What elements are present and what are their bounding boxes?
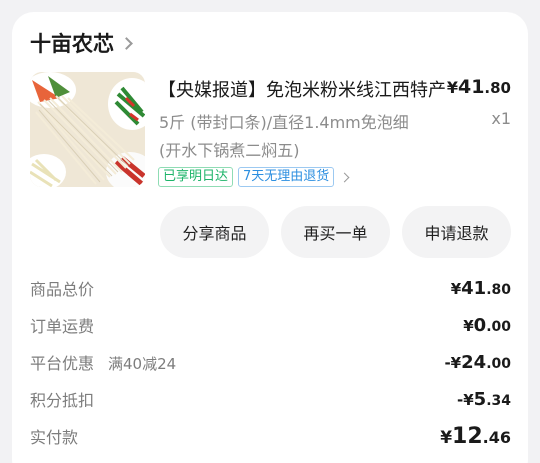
amount-symbol: ¥ xyxy=(440,427,453,448)
summary-label-group: 平台优惠 满40减24 xyxy=(30,350,176,374)
shop-header[interactable]: 十亩农芯 xyxy=(30,28,133,58)
amount-dec: .00 xyxy=(486,318,511,335)
rice-noodle-image xyxy=(30,72,145,187)
summary-label: 订单运费 xyxy=(30,317,95,336)
amount-int: 0 xyxy=(473,314,487,336)
summary-amount: -¥24.00 xyxy=(444,352,511,373)
summary-amount: -¥5.34 xyxy=(457,389,511,410)
amount-int: 41 xyxy=(461,277,487,299)
amount-dec: .00 xyxy=(486,355,511,372)
amount-dec: .46 xyxy=(482,427,511,447)
item-quantity: x1 xyxy=(491,109,511,128)
summary-row-points: 积分抵扣 -¥5.34 xyxy=(30,385,511,413)
summary-amount: ¥41.80 xyxy=(451,278,511,299)
summary-label: 积分抵扣 xyxy=(30,391,95,410)
shop-name[interactable]: 十亩农芯 xyxy=(30,28,114,58)
price-int: 41 xyxy=(457,76,485,98)
product-thumbnail[interactable] xyxy=(30,72,145,187)
summary-row-shipping: 订单运费 ¥0.00 xyxy=(30,311,511,339)
amount-symbol: ¥ xyxy=(463,316,474,335)
seven-day-return-tag[interactable]: 7天无理由退货 xyxy=(238,167,335,187)
request-refund-button[interactable]: 申请退款 xyxy=(402,206,511,258)
share-product-button[interactable]: 分享商品 xyxy=(160,206,269,258)
promo-text: 满40减24 xyxy=(108,355,177,373)
amount-dec: .80 xyxy=(486,281,511,298)
order-card: 十亩农芯 【央媒报道】免泡米粉米线江西特产 ¥41.80 5斤 (带封口条)/直… xyxy=(12,12,528,463)
next-day-delivery-tag[interactable]: 已享明日达 xyxy=(158,167,234,187)
item-price: ¥41.80 xyxy=(447,76,511,98)
summary-label: 商品总价 xyxy=(30,280,95,299)
service-tags[interactable]: 已享明日达 7天无理由退货 xyxy=(158,167,350,187)
amount-symbol: -¥ xyxy=(444,353,462,372)
amount-int: 12 xyxy=(452,423,483,449)
summary-row-subtotal: 商品总价 ¥41.80 xyxy=(30,274,511,302)
summary-label: 实付款 xyxy=(30,428,79,447)
order-actions: 分享商品 再买一单 申请退款 xyxy=(160,206,511,258)
chevron-right-icon[interactable] xyxy=(339,172,350,182)
amount-int: 5 xyxy=(473,388,487,410)
price-dec: .80 xyxy=(484,79,511,97)
amount-int: 24 xyxy=(461,351,487,373)
summary-amount: ¥12.46 xyxy=(440,424,511,449)
amount-dec: .34 xyxy=(486,392,511,409)
buy-again-button[interactable]: 再买一单 xyxy=(281,206,390,258)
product-title[interactable]: 【央媒报道】免泡米粉米线江西特产 xyxy=(158,76,448,102)
summary-row-total-paid: 实付款 ¥12.46 xyxy=(30,422,511,450)
summary-amount: ¥0.00 xyxy=(463,315,511,336)
summary-label: 平台优惠 xyxy=(30,354,95,373)
chevron-right-icon[interactable] xyxy=(120,37,133,50)
amount-symbol: ¥ xyxy=(450,279,462,298)
price-symbol: ¥ xyxy=(446,78,458,97)
amount-symbol: -¥ xyxy=(456,390,474,409)
product-spec: 5斤 (带封口条)/直径1.4mm免泡细 (开水下锅煮二焖五) xyxy=(159,113,409,160)
summary-row-discount: 平台优惠 满40减24 -¥24.00 xyxy=(30,348,511,376)
